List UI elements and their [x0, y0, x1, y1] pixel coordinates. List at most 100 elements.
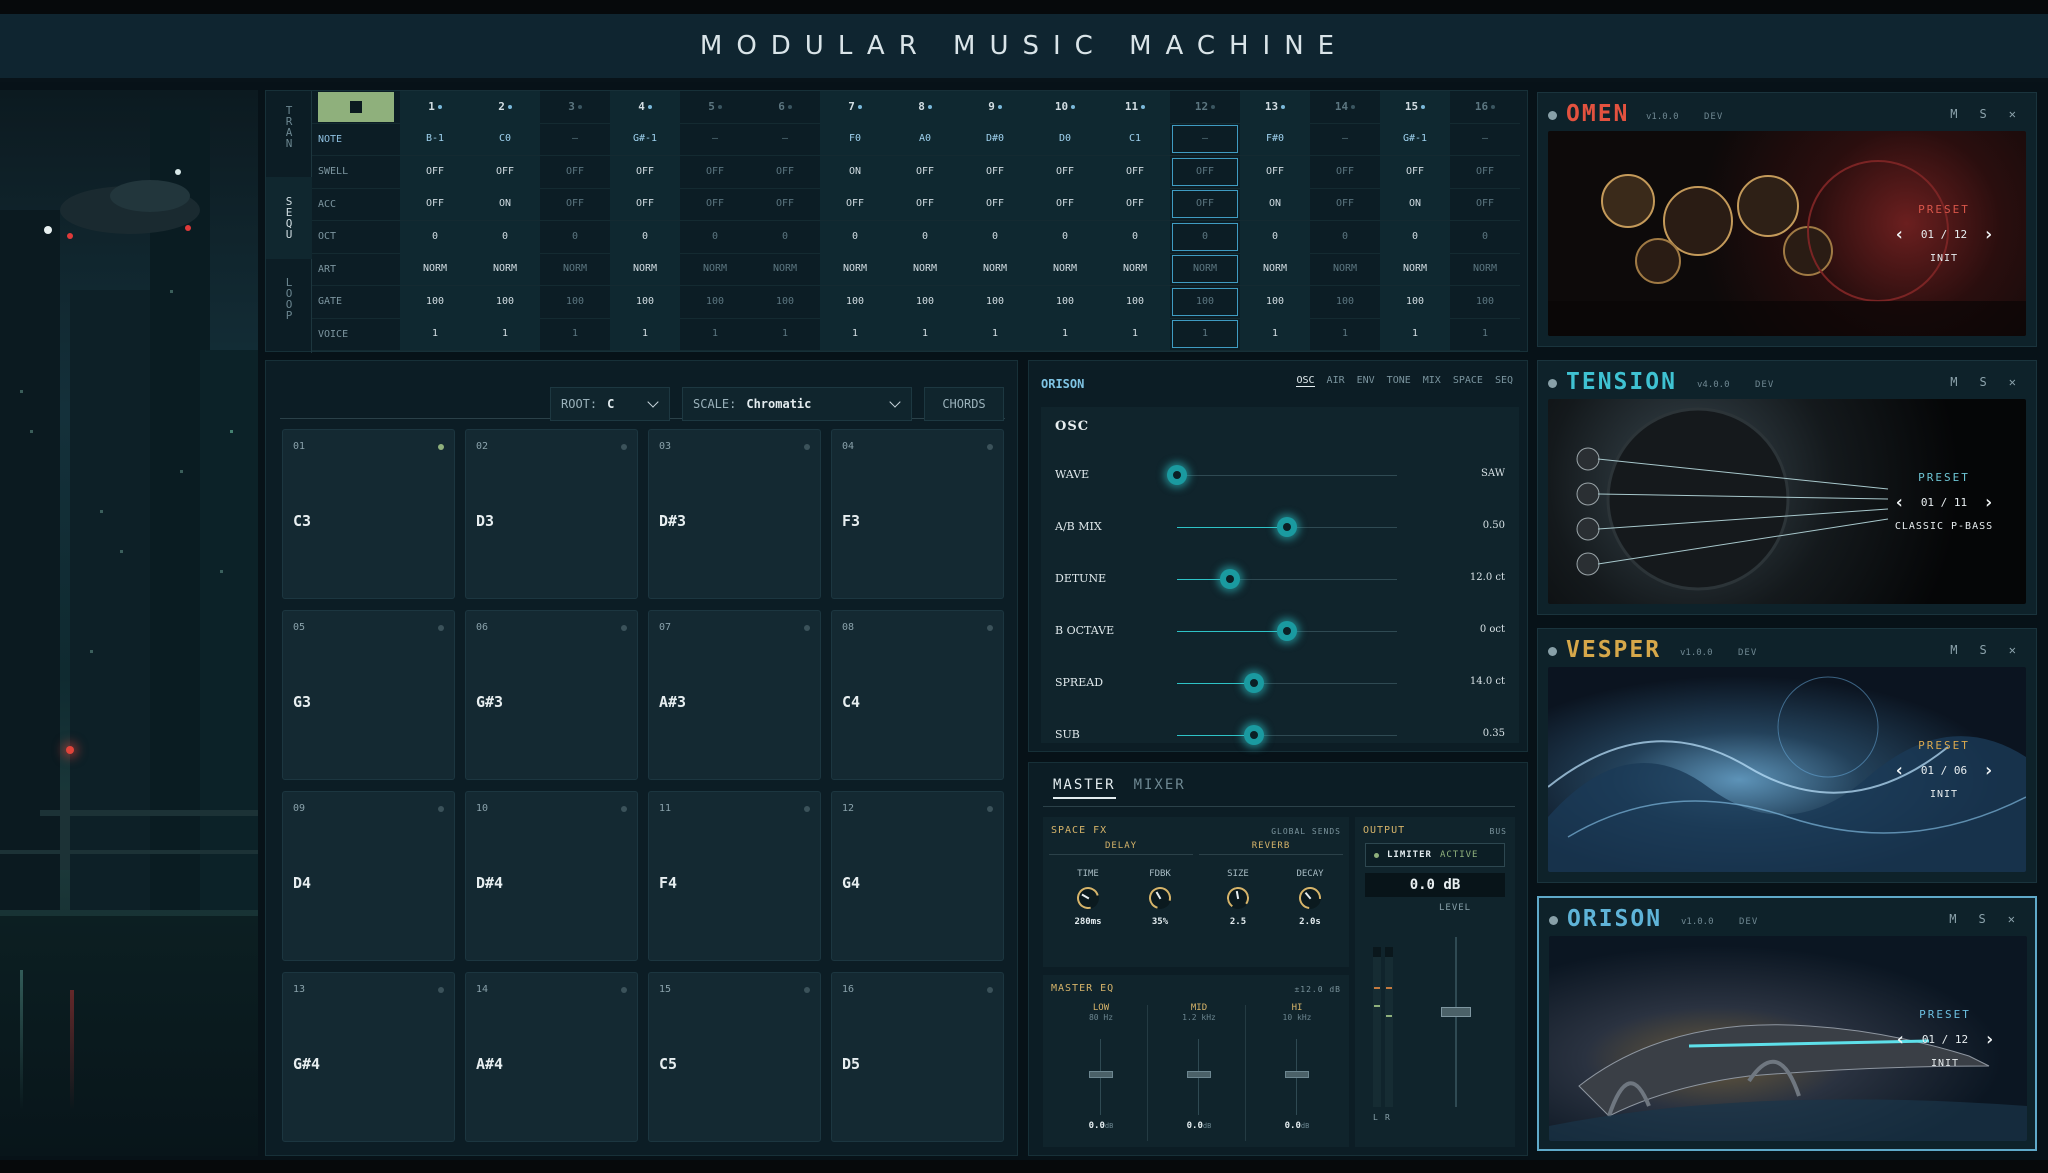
step-header[interactable]: 4 [610, 90, 680, 123]
root-dropdown[interactable]: ROOT: C [550, 387, 670, 421]
seq-cell[interactable]: — [680, 123, 750, 155]
chevron-right-icon[interactable]: › [1983, 760, 1994, 781]
seq-cell[interactable]: 1 [400, 318, 470, 351]
seq-cell[interactable]: C0 [470, 123, 540, 156]
synth-tab-space[interactable]: SPACE [1453, 375, 1483, 387]
seq-cell[interactable]: 100 [1240, 285, 1310, 318]
seq-cell[interactable]: NORM [1100, 253, 1170, 286]
pad-16[interactable]: 16 D5 [831, 972, 1004, 1142]
seq-cell[interactable]: OFF [470, 155, 540, 188]
seq-cell[interactable]: 0 [1310, 221, 1380, 253]
step-header[interactable]: 13 [1240, 90, 1310, 123]
step-header[interactable]: 3 [540, 91, 610, 123]
synth-tab-air[interactable]: AIR [1327, 375, 1345, 387]
seq-cell[interactable]: ON [1380, 188, 1450, 221]
tab-sequ[interactable]: SEQU [266, 177, 312, 259]
seq-cell[interactable]: NORM [1310, 253, 1380, 285]
seq-cell[interactable]: 0 [960, 220, 1030, 253]
mute-button[interactable]: M [1950, 107, 1957, 121]
seq-cell[interactable]: OFF [890, 188, 960, 221]
limiter-toggle[interactable]: LIMITER ACTIVE [1365, 843, 1505, 867]
seq-cell[interactable]: 100 [400, 285, 470, 318]
seq-cell[interactable]: 0 [820, 220, 890, 253]
instrument-card-vesper[interactable]: VESPER v1.0.0 DEV M S ✕ PRESET ‹ 01 / 06 › INIT [1537, 628, 2037, 883]
seq-cell[interactable]: OFF [1450, 188, 1520, 220]
seq-cell[interactable]: — [1170, 123, 1240, 155]
seq-cell[interactable]: ON [1240, 188, 1310, 221]
seq-cell[interactable]: 100 [1100, 285, 1170, 318]
seq-cell[interactable]: OFF [680, 188, 750, 220]
seq-cell[interactable]: 100 [610, 285, 680, 318]
slider-handle[interactable] [1244, 673, 1264, 693]
chevron-left-icon[interactable]: ‹ [1895, 1029, 1906, 1050]
chevron-left-icon[interactable]: ‹ [1894, 760, 1905, 781]
seq-cell[interactable]: OFF [400, 155, 470, 188]
close-icon[interactable]: ✕ [2009, 107, 2016, 121]
decay-knob[interactable]: DECAY 2.0s [1285, 869, 1335, 927]
feedback-knob[interactable]: FDBK 35% [1135, 869, 1185, 927]
seq-cell[interactable]: OFF [610, 188, 680, 221]
seq-cell[interactable]: NORM [1240, 253, 1310, 286]
chevron-left-icon[interactable]: ‹ [1894, 224, 1905, 245]
pad-10[interactable]: 10 D#4 [465, 791, 638, 961]
seq-cell[interactable]: ON [470, 188, 540, 221]
pad-14[interactable]: 14 A#4 [465, 972, 638, 1142]
tab-mixer[interactable]: MIXER [1134, 777, 1186, 799]
seq-cell[interactable]: 100 [1030, 285, 1100, 318]
close-icon[interactable]: ✕ [2009, 643, 2016, 657]
seq-cell[interactable]: OFF [960, 155, 1030, 188]
seq-cell[interactable]: 0 [680, 221, 750, 253]
seq-cell[interactable]: 1 [960, 318, 1030, 351]
step-header[interactable]: 6 [750, 91, 820, 123]
seq-cell[interactable]: C1 [1100, 123, 1170, 156]
seq-cell[interactable]: OFF [1100, 188, 1170, 221]
seq-cell[interactable]: 100 [1310, 286, 1380, 318]
slider-handle[interactable] [1219, 569, 1240, 589]
pad-09[interactable]: 09 D4 [282, 791, 455, 961]
chevron-right-icon[interactable]: › [1983, 224, 1994, 245]
pad-12[interactable]: 12 G4 [831, 791, 1004, 961]
seq-cell[interactable]: NORM [960, 253, 1030, 286]
solo-button[interactable]: S [1980, 107, 1987, 121]
seq-cell[interactable]: OFF [1310, 188, 1380, 220]
seq-cell[interactable]: — [540, 123, 610, 155]
seq-cell[interactable]: NORM [540, 253, 610, 285]
seq-cell[interactable]: OFF [1030, 188, 1100, 221]
seq-cell[interactable]: A0 [890, 123, 960, 156]
seq-cell[interactable]: 0 [1030, 220, 1100, 253]
seq-cell[interactable]: G#-1 [610, 123, 680, 156]
seq-cell[interactable]: 1 [1310, 318, 1380, 350]
seq-cell[interactable]: 100 [680, 286, 750, 318]
tab-master[interactable]: MASTER [1053, 777, 1116, 799]
seq-cell[interactable]: 0 [610, 220, 680, 253]
mute-button[interactable]: M [1950, 643, 1957, 657]
pad-04[interactable]: 04 F3 [831, 429, 1004, 599]
pad-01[interactable]: 01 C3 [282, 429, 455, 599]
seq-cell[interactable]: 0 [1100, 220, 1170, 253]
seq-cell[interactable]: OFF [610, 155, 680, 188]
seq-cell[interactable]: NORM [1030, 253, 1100, 286]
seq-cell[interactable]: 100 [470, 285, 540, 318]
step-header[interactable]: 9 [960, 90, 1030, 123]
step-header[interactable]: 12 [1170, 91, 1240, 123]
slider-handle[interactable] [1277, 517, 1297, 537]
seq-cell[interactable]: NORM [470, 253, 540, 286]
mute-button[interactable]: M [1949, 912, 1956, 926]
seq-cell[interactable]: 1 [1170, 318, 1240, 350]
seq-cell[interactable]: 0 [890, 220, 960, 253]
seq-cell[interactable]: B-1 [400, 123, 470, 156]
step-header[interactable]: 10 [1030, 90, 1100, 123]
seq-cell[interactable]: OFF [1450, 156, 1520, 188]
seq-cell[interactable]: F#0 [1240, 123, 1310, 156]
solo-button[interactable]: S [1979, 912, 1986, 926]
seq-cell[interactable]: 100 [820, 285, 890, 318]
chevron-right-icon[interactable]: › [1983, 492, 1994, 513]
tab-tran[interactable]: TRAN [266, 105, 312, 165]
instrument-card-orison[interactable]: ORISON v1.0.0 DEV M S ✕ PRESET ‹ 01 / 12 › INIT [1537, 896, 2037, 1151]
seq-cell[interactable]: OFF [750, 188, 820, 220]
step-header[interactable]: 16 [1450, 91, 1520, 123]
seq-cell[interactable]: NORM [610, 253, 680, 286]
seq-cell[interactable]: NORM [890, 253, 960, 286]
seq-cell[interactable]: 0 [1170, 221, 1240, 253]
seq-cell[interactable]: G#-1 [1380, 123, 1450, 156]
